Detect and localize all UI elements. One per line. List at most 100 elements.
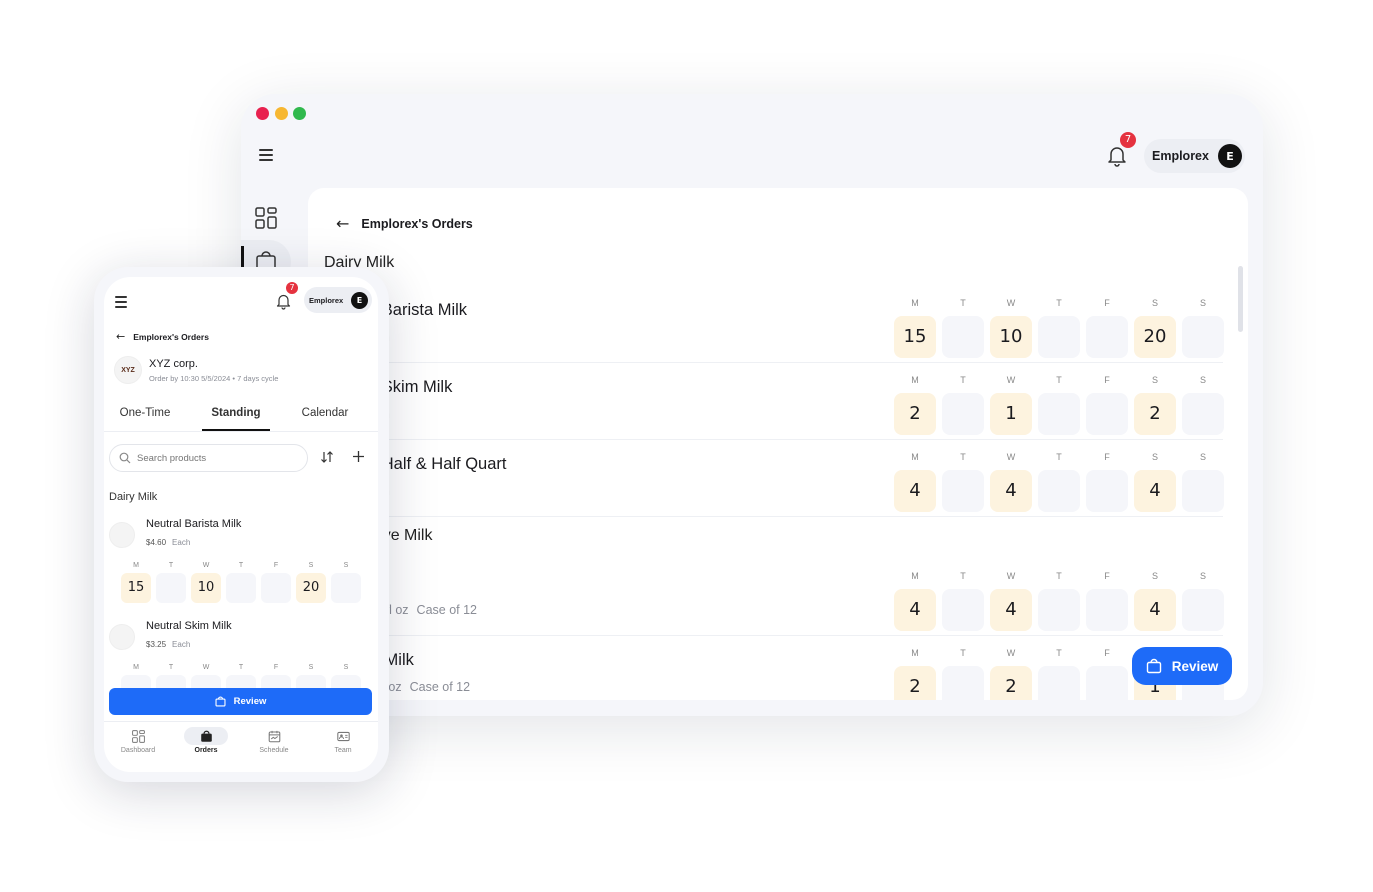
window-maximize-dot[interactable] xyxy=(293,107,306,120)
mobile-product-name: Neutral Barista Milk xyxy=(146,518,242,530)
day-column: M 15 xyxy=(894,298,936,358)
quantity-cell[interactable]: 4 xyxy=(1134,470,1176,512)
day-column: M4 xyxy=(894,452,936,512)
quantity-cell[interactable] xyxy=(156,573,186,603)
day-column: S xyxy=(331,562,361,603)
day-label: S xyxy=(308,562,314,569)
weekly-quantity-row: M4TW4TFS4S xyxy=(894,571,1230,631)
day-label: S xyxy=(343,664,349,671)
nav-item-dashboard[interactable]: Dashboard xyxy=(114,727,162,754)
mobile-back-nav[interactable]: ← Emplorex's Orders xyxy=(116,330,209,343)
quantity-cell[interactable] xyxy=(331,573,361,603)
mobile-notification-bell-icon[interactable] xyxy=(276,293,291,315)
day-column: T xyxy=(1038,375,1080,435)
menu-icon[interactable] xyxy=(259,149,273,161)
quantity-cell[interactable] xyxy=(1182,393,1224,435)
day-label: W xyxy=(1006,298,1016,308)
day-column: S2 xyxy=(1134,375,1176,435)
day-column: W4 xyxy=(990,452,1032,512)
quantity-cell[interactable]: 4 xyxy=(1134,589,1176,631)
orders-content-card: ← Emplorex's Orders Dairy Milk Neutral Ba… xyxy=(308,188,1248,700)
day-label: W xyxy=(1006,571,1016,581)
quantity-cell[interactable]: 1 xyxy=(990,393,1032,435)
quantity-cell[interactable]: 10 xyxy=(990,316,1032,358)
quantity-cell[interactable] xyxy=(942,589,984,631)
day-label: T xyxy=(960,452,966,462)
review-button[interactable]: Review xyxy=(1132,647,1232,685)
mobile-back-arrow-icon[interactable]: ← xyxy=(116,330,125,343)
quantity-cell[interactable] xyxy=(1038,316,1080,358)
quantity-cell[interactable]: 4 xyxy=(990,470,1032,512)
day-label: T xyxy=(168,664,174,671)
day-label: S xyxy=(1199,375,1206,385)
tab-standing[interactable]: Standing xyxy=(196,407,276,419)
quantity-cell[interactable] xyxy=(1038,470,1080,512)
quantity-cell[interactable] xyxy=(1182,470,1224,512)
nav-item-schedule[interactable]: Schedule xyxy=(250,727,298,754)
quantity-cell[interactable]: 4 xyxy=(990,589,1032,631)
quantity-cell[interactable] xyxy=(942,316,984,358)
quantity-cell[interactable]: 4 xyxy=(894,470,936,512)
quantity-cell[interactable] xyxy=(226,573,256,603)
notification-bell-icon[interactable] xyxy=(1107,145,1127,172)
dashboard-grid-icon[interactable] xyxy=(255,207,277,234)
mobile-user-menu[interactable]: Emplorex E xyxy=(304,287,372,313)
notification-badge: 7 xyxy=(1120,132,1136,148)
back-arrow-icon[interactable]: ← xyxy=(336,214,349,233)
quantity-cell[interactable]: 20 xyxy=(296,573,326,603)
quantity-cell[interactable] xyxy=(1038,393,1080,435)
quantity-cell[interactable]: 20 xyxy=(1134,316,1176,358)
quantity-cell[interactable] xyxy=(1086,393,1128,435)
day-label: M xyxy=(911,648,919,658)
quantity-cell[interactable] xyxy=(942,666,984,700)
quantity-cell[interactable] xyxy=(1038,666,1080,700)
day-column: T xyxy=(942,452,984,512)
window-close-dot[interactable] xyxy=(256,107,269,120)
day-column: T xyxy=(226,562,256,603)
quantity-cell[interactable]: 2 xyxy=(894,393,936,435)
calendar-icon xyxy=(264,727,284,745)
quantity-cell[interactable]: 2 xyxy=(894,666,936,700)
search-box[interactable] xyxy=(109,444,308,472)
mobile-product-meta: $3.25 Each xyxy=(146,640,190,649)
mobile-menu-icon[interactable] xyxy=(115,296,127,308)
mobile-review-button[interactable]: Review xyxy=(109,688,372,715)
quantity-cell[interactable]: 2 xyxy=(990,666,1032,700)
quantity-cell[interactable] xyxy=(1086,316,1128,358)
window-minimize-dot[interactable] xyxy=(275,107,288,120)
quantity-cell[interactable]: 15 xyxy=(121,573,151,603)
bag-icon xyxy=(1146,658,1161,674)
sort-icon[interactable] xyxy=(320,450,334,469)
grid-icon xyxy=(128,727,148,745)
quantity-cell[interactable] xyxy=(1086,666,1128,700)
quantity-cell[interactable] xyxy=(1086,589,1128,631)
quantity-cell[interactable] xyxy=(1086,470,1128,512)
quantity-cell[interactable] xyxy=(942,470,984,512)
nav-item-orders[interactable]: Orders xyxy=(182,727,230,754)
scrollbar[interactable] xyxy=(1238,266,1243,332)
quantity-cell[interactable]: 15 xyxy=(894,316,936,358)
quantity-cell[interactable] xyxy=(1038,589,1080,631)
quantity-cell[interactable] xyxy=(942,393,984,435)
nav-item-label: Dashboard xyxy=(120,747,156,754)
quantity-cell[interactable]: 10 xyxy=(191,573,221,603)
tab-one-time[interactable]: One-Time xyxy=(106,407,184,419)
product-pack: Case of 12 xyxy=(409,680,471,694)
day-column: T xyxy=(1038,452,1080,512)
mobile-bag-icon xyxy=(215,696,226,707)
add-icon[interactable] xyxy=(352,450,365,468)
tab-calendar[interactable]: Calendar xyxy=(286,407,364,419)
day-column: T xyxy=(942,375,984,435)
user-menu[interactable]: Emplorex E xyxy=(1144,139,1245,173)
product-pack: Case of 12 xyxy=(416,603,478,617)
row-separator xyxy=(308,635,1223,636)
quantity-cell[interactable]: 2 xyxy=(1134,393,1176,435)
nav-item-team[interactable]: Team xyxy=(319,727,367,754)
quantity-cell[interactable] xyxy=(1182,589,1224,631)
quantity-cell[interactable] xyxy=(261,573,291,603)
back-nav[interactable]: ← Emplorex's Orders xyxy=(336,214,473,233)
quantity-cell[interactable] xyxy=(1182,316,1224,358)
quantity-cell[interactable]: 4 xyxy=(894,589,936,631)
day-label: M xyxy=(911,375,919,385)
search-input[interactable] xyxy=(137,452,297,464)
